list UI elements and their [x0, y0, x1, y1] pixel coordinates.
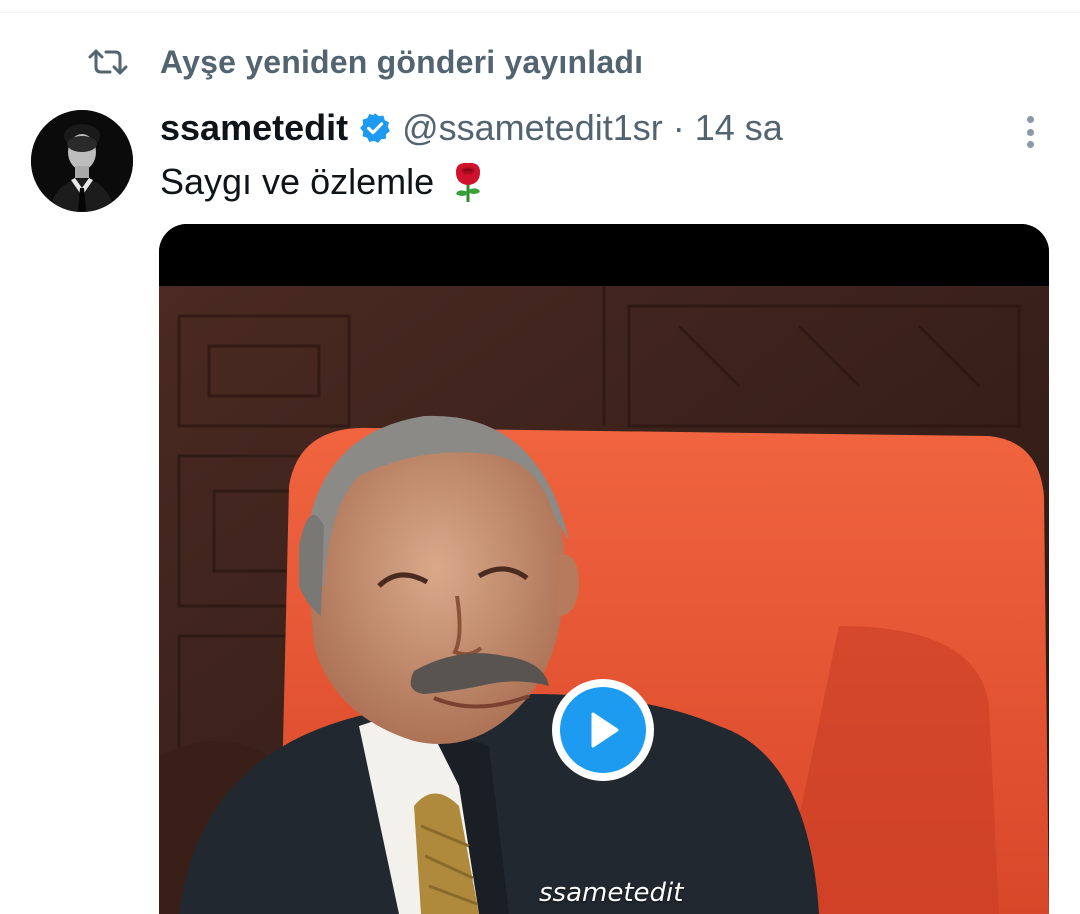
top-divider	[0, 12, 1080, 13]
video-media[interactable]: ssametedit	[159, 224, 1049, 914]
repost-indicator[interactable]: Ayşe yeniden gönderi yayınladı	[88, 40, 643, 84]
more-options-icon[interactable]	[1016, 112, 1044, 152]
repost-icon	[88, 44, 134, 80]
tweet-text: Saygı ve özlemle	[160, 160, 488, 204]
timestamp[interactable]: 14 sa	[695, 107, 783, 149]
verified-badge-icon[interactable]	[358, 111, 392, 145]
display-name[interactable]: ssametedit	[160, 107, 348, 149]
repost-text: Ayşe yeniden gönderi yayınladı	[160, 43, 644, 80]
rose-icon	[448, 160, 488, 204]
play-button[interactable]	[552, 679, 654, 781]
avatar[interactable]	[31, 110, 133, 212]
separator-dot: ·	[672, 107, 685, 148]
user-handle[interactable]: @ssametedit1sr	[402, 107, 663, 149]
video-top-bar	[159, 224, 1049, 286]
tweet-header: ssametedit @ssametedit1sr · 14 sa	[160, 104, 783, 152]
play-icon	[560, 687, 646, 773]
tweet-text-content: Saygı ve özlemle	[160, 161, 435, 202]
video-thumbnail[interactable]: ssametedit	[159, 286, 1049, 914]
